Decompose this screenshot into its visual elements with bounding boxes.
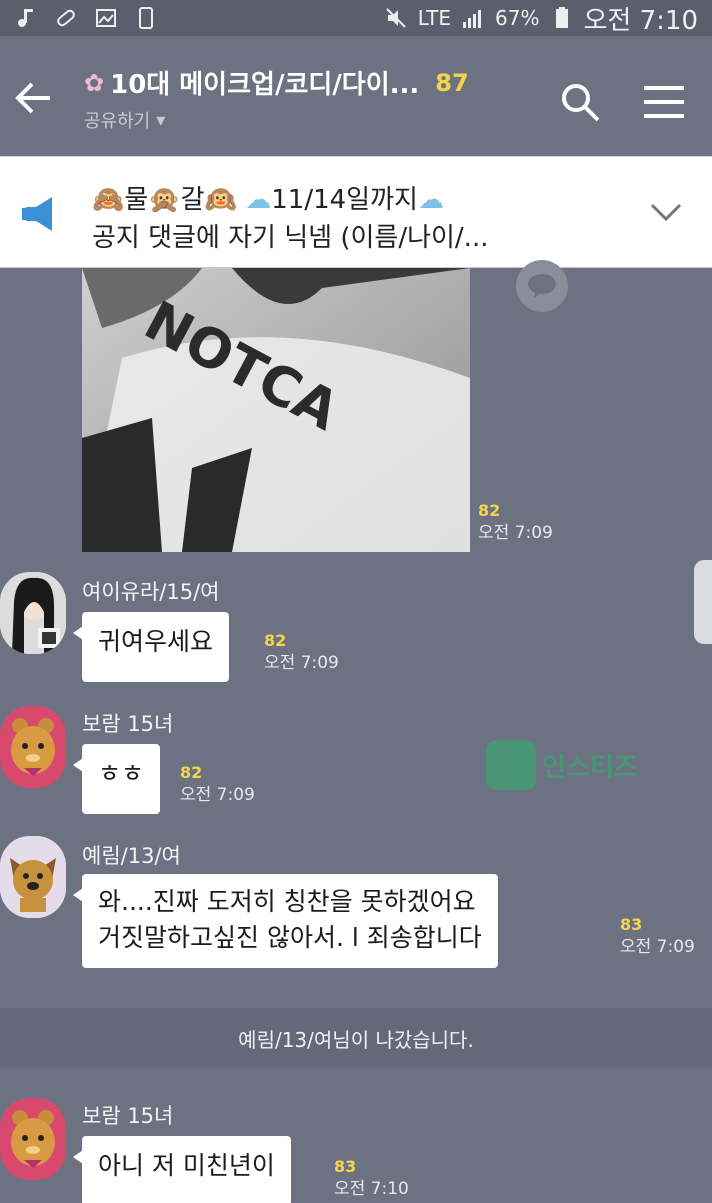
message-meta: 83 오전 7:09 — [620, 914, 695, 958]
status-bar: LTE 67% 오전 7:10 — [0, 0, 712, 36]
unread-count: 83 — [334, 1157, 357, 1176]
speech-bubble-icon[interactable] — [514, 258, 570, 314]
monkey-emoji-icon: 🙉 — [204, 185, 237, 215]
chevron-down-icon[interactable] — [648, 197, 684, 227]
avatar[interactable] — [0, 836, 66, 918]
avatar[interactable] — [0, 706, 66, 788]
notice-line-1: 🙈물🙊갈🙉 ☁11/14일까지☁ — [92, 179, 444, 216]
message-bubble[interactable]: ㅎㅎ — [72, 744, 161, 814]
unread-count: 83 — [620, 915, 643, 934]
side-drawer-handle[interactable] — [694, 560, 712, 644]
message-time: 오전 7:09 — [478, 523, 553, 543]
notice-line-2: 공지 댓글에 자기 닉넴 (이름/나이/... — [92, 223, 489, 253]
message-time: 오전 7:09 — [620, 937, 695, 957]
unread-count: 82 — [264, 631, 287, 650]
notice-word-2: 갈 — [180, 185, 205, 215]
message-text: 귀여우세요 — [98, 627, 214, 656]
chat-title-area[interactable]: ✿ 10대 메이크업/코디/다이... 87 공유하기 ▾ — [84, 64, 544, 133]
sender-name: 여이유라/15/여 — [82, 580, 220, 604]
mute-icon — [386, 8, 406, 28]
notice-date: 11/14일까지 — [271, 185, 418, 215]
pill-icon — [57, 9, 75, 27]
message-meta: 82 오전 7:09 — [478, 500, 553, 544]
network-type: LTE — [417, 6, 452, 30]
cloud-emoji-icon: ☁ — [417, 185, 444, 215]
signal-icon — [463, 10, 482, 28]
share-label: 공유하기 — [84, 111, 151, 132]
message-meta: 83 오전 7:10 — [334, 1156, 409, 1200]
status-right: LTE 67% 오전 7:10 — [384, 0, 698, 37]
message-bubble[interactable]: 아니 저 미친년이 — [73, 1136, 291, 1203]
unread-count: 82 — [478, 501, 501, 520]
message-time: 오전 7:10 — [334, 1179, 409, 1199]
profile-photo — [0, 572, 66, 654]
sender-name: 예림/13/여 — [82, 844, 181, 868]
avatar[interactable] — [0, 1098, 66, 1180]
dog-character-icon — [0, 836, 66, 918]
message-meta: 82 오전 7:09 — [264, 630, 339, 674]
phone-icon — [139, 7, 153, 29]
message-time: 오전 7:09 — [264, 653, 339, 673]
chat-title-row: ✿ 10대 메이크업/코디/다이... 87 — [84, 64, 544, 101]
avatar[interactable] — [0, 572, 66, 654]
notice-banner[interactable]: 🙈물🙊갈🙉 ☁11/14일까지☁ 공지 댓글에 자기 닉넴 (이름/나이/... — [0, 156, 712, 268]
watermark: 인스티즈 — [486, 740, 638, 790]
message-text: 아니 저 미친년이 — [98, 1151, 275, 1180]
gallery-icon — [96, 9, 116, 27]
monkey-emoji-icon: 🙊 — [148, 185, 181, 215]
photo-image: NOTCA — [82, 268, 470, 552]
unread-count: 82 — [180, 763, 203, 782]
chat-header: ✿ 10대 메이크업/코디/다이... 87 공유하기 ▾ — [0, 36, 712, 156]
monkey-emoji-icon: 🙈 — [92, 185, 125, 215]
cloud-emoji-icon: ☁ — [245, 185, 272, 215]
search-icon[interactable] — [558, 80, 602, 124]
bear-character-icon — [0, 706, 66, 788]
message-bubble[interactable]: 와....진짜 도저히 칭찬을 못하겠어요 거짓말하고싶진 않아서. l 죄송합… — [73, 874, 498, 968]
megaphone-icon — [22, 197, 52, 231]
battery-percent: 67% — [495, 6, 540, 30]
notice-word-1: 물 — [124, 185, 149, 215]
message-time: 오전 7:09 — [180, 785, 255, 805]
sender-name: 보람 15녀 — [82, 1104, 174, 1128]
music-icon — [18, 9, 33, 27]
watermark-text: 인스티즈 — [542, 752, 638, 783]
watermark-logo-icon — [486, 740, 536, 790]
shared-photo[interactable]: NOTCA — [82, 268, 470, 552]
sender-name: 보람 15녀 — [82, 712, 174, 736]
share-button[interactable]: 공유하기 ▾ — [84, 107, 544, 133]
bear-character-icon — [0, 1098, 66, 1180]
message-text: ㅎㅎ — [98, 759, 145, 788]
dropdown-caret-icon: ▾ — [156, 109, 166, 131]
message-meta: 82 오전 7:09 — [180, 762, 255, 806]
status-left-icons — [14, 6, 158, 30]
member-count: 87 — [435, 68, 469, 97]
system-message: 예림/13/여님이 나갔습니다. — [0, 1008, 712, 1068]
status-time: 오전 7:10 — [583, 5, 699, 36]
flower-icon: ✿ — [84, 68, 105, 97]
menu-icon[interactable] — [642, 82, 686, 122]
chat-title: 10대 메이크업/코디/다이... — [110, 70, 420, 100]
message-bubble[interactable]: 귀여우세요 — [72, 612, 230, 682]
back-arrow-icon[interactable] — [12, 76, 56, 120]
system-message-text: 예림/13/여님이 나갔습니다. — [238, 1027, 474, 1052]
battery-icon — [555, 7, 568, 28]
message-text-line-1: 와....진짜 도저히 칭찬을 못하겠어요 — [98, 887, 476, 916]
message-text-line-2: 거짓말하고싶진 않아서. l 죄송합니다 — [98, 923, 482, 952]
